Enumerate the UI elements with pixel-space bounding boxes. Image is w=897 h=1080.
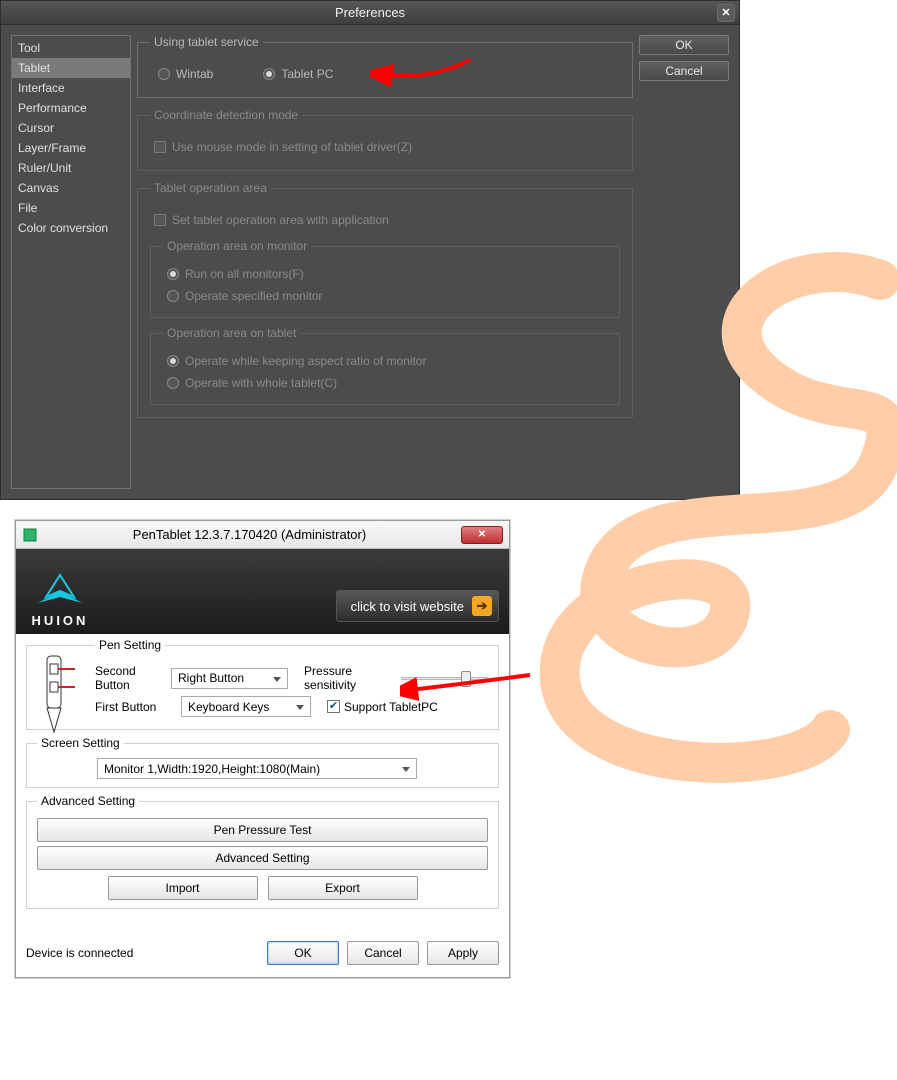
- export-button[interactable]: Export: [268, 876, 418, 900]
- legend-advanced: Advanced Setting: [37, 794, 139, 808]
- cancel-button[interactable]: Cancel: [347, 941, 419, 965]
- preferences-sidebar: Tool Tablet Interface Performance Cursor…: [11, 35, 131, 489]
- legend-tablet: Operation area on tablet: [163, 326, 300, 340]
- huion-titlebar: PenTablet 12.3.7.170420 (Administrator) …: [16, 521, 509, 549]
- huion-dialog: PenTablet 12.3.7.170420 (Administrator) …: [15, 520, 510, 978]
- huion-brand: HUION: [32, 613, 89, 628]
- preferences-main: Using tablet service Wintab Tablet PC Co…: [137, 35, 633, 489]
- select-monitor[interactable]: Monitor 1,Width:1920,Height:1080(Main): [97, 758, 417, 779]
- legend-monitor: Operation area on monitor: [163, 239, 311, 253]
- legend-screen: Screen Setting: [37, 736, 124, 750]
- radio-icon: [167, 355, 179, 367]
- sidebar-item-ruler-unit[interactable]: Ruler/Unit: [12, 158, 130, 178]
- sidebar-item-layer-frame[interactable]: Layer/Frame: [12, 138, 130, 158]
- radio-label: Tablet PC: [281, 67, 333, 81]
- group-coordinate-detection: Coordinate detection mode Use mouse mode…: [137, 108, 633, 171]
- sidebar-item-tool[interactable]: Tool: [12, 38, 130, 58]
- legend-pen: Pen Setting: [95, 638, 165, 652]
- visit-website-label: click to visit website: [351, 599, 464, 614]
- checkbox-icon: [154, 214, 166, 226]
- radio-label: Wintab: [176, 67, 213, 81]
- close-icon[interactable]: ✕: [717, 4, 735, 22]
- checkbox-mouse-mode: Use mouse mode in setting of tablet driv…: [154, 140, 412, 154]
- huion-title: PenTablet 12.3.7.170420 (Administrator): [38, 527, 461, 542]
- pressure-slider[interactable]: [401, 671, 489, 685]
- sidebar-item-canvas[interactable]: Canvas: [12, 178, 130, 198]
- group-area-monitor: Operation area on monitor Run on all mon…: [150, 239, 620, 318]
- preferences-title: Preferences: [335, 5, 405, 20]
- sidebar-item-interface[interactable]: Interface: [12, 78, 130, 98]
- sidebar-item-color-conversion[interactable]: Color conversion: [12, 218, 130, 238]
- radio-icon: [167, 268, 179, 280]
- sidebar-item-cursor[interactable]: Cursor: [12, 118, 130, 138]
- checkbox-label: Support TabletPC: [344, 700, 438, 714]
- legend-oparea: Tablet operation area: [150, 181, 271, 195]
- advanced-setting-button[interactable]: Advanced Setting: [37, 846, 488, 870]
- group-advanced-setting: Advanced Setting Pen Pressure Test Advan…: [26, 794, 499, 909]
- label-second-button: Second Button: [95, 664, 165, 692]
- group-pen-setting: Pen Setting Second Button Right Button P…: [26, 638, 499, 730]
- cancel-button[interactable]: Cancel: [639, 61, 729, 81]
- checkbox-set-area: Set tablet operation area with applicati…: [154, 213, 389, 227]
- pen-pressure-test-button[interactable]: Pen Pressure Test: [37, 818, 488, 842]
- group-tablet-service: Using tablet service Wintab Tablet PC: [137, 35, 633, 98]
- radio-icon: [167, 290, 179, 302]
- close-icon[interactable]: ✕: [461, 526, 503, 544]
- radio-label: Operate specified monitor: [185, 289, 322, 303]
- group-screen-setting: Screen Setting Monitor 1,Width:1920,Heig…: [26, 736, 499, 788]
- apply-button[interactable]: Apply: [427, 941, 499, 965]
- label-first-button: First Button: [95, 700, 175, 714]
- radio-tabletpc[interactable]: Tablet PC: [263, 67, 333, 81]
- radio-label: Run on all monitors(F): [185, 267, 304, 281]
- group-tablet-operation-area: Tablet operation area Set tablet operati…: [137, 181, 633, 418]
- visit-website-button[interactable]: click to visit website ➔: [336, 590, 499, 622]
- radio-icon: [263, 68, 275, 80]
- radio-keep-aspect: Operate while keeping aspect ratio of mo…: [167, 354, 426, 368]
- radio-wintab[interactable]: Wintab: [158, 67, 213, 81]
- radio-label: Operate with whole tablet(C): [185, 376, 337, 390]
- checkbox-icon: [327, 700, 340, 713]
- checkbox-support-tabletpc[interactable]: Support TabletPC: [327, 700, 438, 714]
- sidebar-item-tablet[interactable]: Tablet: [12, 58, 130, 78]
- checkbox-label: Use mouse mode in setting of tablet driv…: [172, 140, 412, 154]
- ok-button[interactable]: OK: [639, 35, 729, 55]
- checkbox-label: Set tablet operation area with applicati…: [172, 213, 389, 227]
- select-second-button[interactable]: Right Button: [171, 668, 288, 689]
- radio-specified-monitor: Operate specified monitor: [167, 289, 322, 303]
- huion-footer: Device is connected OK Cancel Apply: [16, 927, 509, 977]
- radio-run-all-monitors: Run on all monitors(F): [167, 267, 304, 281]
- radio-icon: [158, 68, 170, 80]
- device-status: Device is connected: [26, 946, 133, 960]
- huion-header: HUION click to visit website ➔: [16, 549, 509, 634]
- app-icon: [22, 527, 38, 543]
- sidebar-item-performance[interactable]: Performance: [12, 98, 130, 118]
- label-pressure: Pressure sensitivity: [304, 664, 394, 692]
- sidebar-item-file[interactable]: File: [12, 198, 130, 218]
- legend-coord: Coordinate detection mode: [150, 108, 302, 122]
- radio-whole-tablet: Operate with whole tablet(C): [167, 376, 337, 390]
- ok-button[interactable]: OK: [267, 941, 339, 965]
- group-area-tablet: Operation area on tablet Operate while k…: [150, 326, 620, 405]
- huion-logo-icon: HUION: [30, 571, 90, 628]
- arrow-right-icon: ➔: [472, 596, 492, 616]
- import-button[interactable]: Import: [108, 876, 258, 900]
- radio-label: Operate while keeping aspect ratio of mo…: [185, 354, 426, 368]
- radio-icon: [167, 377, 179, 389]
- pen-diagram-icon: [33, 654, 77, 734]
- legend-tablet-service: Using tablet service: [150, 35, 263, 49]
- select-first-button[interactable]: Keyboard Keys: [181, 696, 311, 717]
- preferences-dialog-buttons: OK Cancel: [639, 35, 729, 489]
- preferences-titlebar: Preferences ✕: [1, 1, 739, 25]
- preferences-dialog: Preferences ✕ Tool Tablet Interface Perf…: [0, 0, 740, 500]
- checkbox-icon: [154, 141, 166, 153]
